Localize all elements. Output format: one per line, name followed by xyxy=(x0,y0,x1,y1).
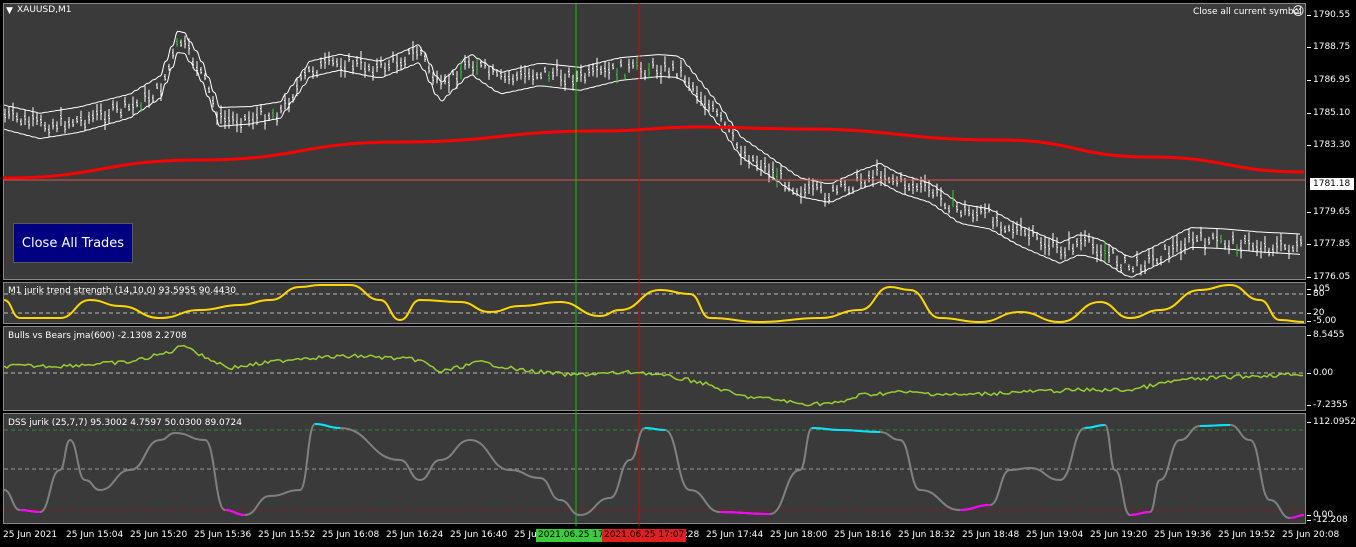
dss-axis-tick xyxy=(1307,422,1311,423)
time-axis-label: 25 Jun 19:04 xyxy=(1026,530,1084,540)
dss-label: DSS jurik (25,7,7) 95.3002 4.7597 50.030… xyxy=(8,418,242,428)
trend-strength-axis-label: 80 xyxy=(1313,289,1325,299)
dss-extreme-segment xyxy=(1199,424,1231,427)
dss-line xyxy=(3,422,1305,520)
trend-strength-axis-tick xyxy=(1307,313,1311,314)
price-axis-tick xyxy=(1307,277,1311,278)
price-axis-label: 1783.30 xyxy=(1313,140,1351,150)
time-axis-label: 25 Jun 18:16 xyxy=(834,530,892,540)
close-symbol-label[interactable]: Close all current symbol xyxy=(1193,7,1302,17)
time-axis-label: 25 Jun 2021 xyxy=(3,530,58,540)
price-axis-tick xyxy=(1307,47,1311,48)
smiley-icon: ☺ xyxy=(1292,4,1305,18)
dss-extreme-segment xyxy=(19,509,41,513)
dss-axis-tick xyxy=(1307,515,1311,516)
price-axis-label: 1788.75 xyxy=(1313,42,1351,52)
trend-strength-axis-label: -5.00 xyxy=(1313,316,1337,326)
trend-strength-axis-tick xyxy=(1307,321,1311,322)
price-axis-tick xyxy=(1307,80,1311,81)
time-axis-label: 25 Jun 16:24 xyxy=(386,530,444,540)
bulls-bears-line xyxy=(3,344,1304,407)
price-axis-label: 1777.85 xyxy=(1313,239,1351,249)
chart-menu-icon[interactable]: ▼ xyxy=(6,6,13,16)
time-axis-label: 25 Jun 15:36 xyxy=(194,530,252,540)
bulls-bears-axis-label: -7.2355 xyxy=(1313,400,1348,410)
price-axis-label: 1779.65 xyxy=(1313,207,1351,217)
dss-extreme-segment xyxy=(1289,514,1305,519)
current-price-box: 1781.18 xyxy=(1310,178,1354,190)
dss-extreme-segment xyxy=(1129,511,1151,516)
time-axis-label: 25 Jun 19:52 xyxy=(1218,530,1276,540)
price-axis-tick xyxy=(1307,15,1311,16)
dss-extreme-segment xyxy=(314,423,341,429)
time-axis-label: 25 Jun 16:08 xyxy=(322,530,380,540)
price-axis-label: 1785.10 xyxy=(1313,108,1351,118)
dss-extreme-segment xyxy=(1084,424,1106,429)
time-axis-label: 25 Jun 19:20 xyxy=(1090,530,1148,540)
bulls-bears-axis-tick xyxy=(1307,405,1311,406)
red-time-badge: 2021.06.25 17:07 xyxy=(602,529,687,542)
price-axis-tick xyxy=(1307,244,1311,245)
price-axis-label: 1790.55 xyxy=(1313,10,1351,20)
bulls-bears-label: Bulls vs Bears jma(600) -2.1308 2.2708 xyxy=(8,331,187,341)
bulls-bears-axis-label: 0.00 xyxy=(1313,368,1334,378)
moving-average-line xyxy=(2,125,1305,180)
dss-axis-label: -12.208 xyxy=(1313,515,1348,525)
trend-strength-axis-tick xyxy=(1307,294,1311,295)
price-axis-tick xyxy=(1307,145,1311,146)
dss-extreme-segment xyxy=(224,509,246,516)
time-axis-label: 25 Jun 20:08 xyxy=(1282,530,1340,540)
price-axis-label: 1786.95 xyxy=(1313,75,1351,85)
dss-axis-tick xyxy=(1307,520,1311,521)
time-axis-label: 25 Jun 18:00 xyxy=(770,530,828,540)
time-axis-label: 25 Jun 18:32 xyxy=(898,530,956,540)
time-axis-label: 25 Jun 15:52 xyxy=(258,530,316,540)
dss-extreme-segment xyxy=(719,511,771,515)
time-axis-label: 25 Jun 16:40 xyxy=(450,530,508,540)
envelope-upper-line xyxy=(3,30,1301,258)
bulls-bears-axis-tick xyxy=(1307,335,1311,336)
trend-strength-label: M1 jurik trend strength (14,10,0) 93.595… xyxy=(8,286,236,296)
dss-extreme-segment xyxy=(959,504,991,511)
time-axis-label: 25 Jun 18:48 xyxy=(962,530,1020,540)
bulls-bears-axis-tick xyxy=(1307,373,1311,374)
time-axis-label: 25 Jun 17:44 xyxy=(706,530,764,540)
trend-strength-axis-tick xyxy=(1307,289,1311,290)
price-axis-label: 1776.05 xyxy=(1313,272,1351,282)
time-axis-label: 25 Jun 15:04 xyxy=(66,530,124,540)
bulls-bears-axis-label: 8.5455 xyxy=(1313,330,1345,340)
chart-canvas xyxy=(2,3,1305,526)
close-all-trades-button[interactable]: Close All Trades xyxy=(13,223,133,263)
price-axis-tick xyxy=(1307,113,1311,114)
price-axis-tick xyxy=(1307,212,1311,213)
time-axis-label: 25 Jun 15:20 xyxy=(130,530,188,540)
time-axis-label: 25 Jun 19:36 xyxy=(1154,530,1212,540)
green-time-badge: 2021.06.25 17 xyxy=(536,529,606,542)
dss-axis-label: 112.0952 xyxy=(1313,417,1356,427)
symbol-label: XAUUSD,M1 xyxy=(17,5,72,15)
